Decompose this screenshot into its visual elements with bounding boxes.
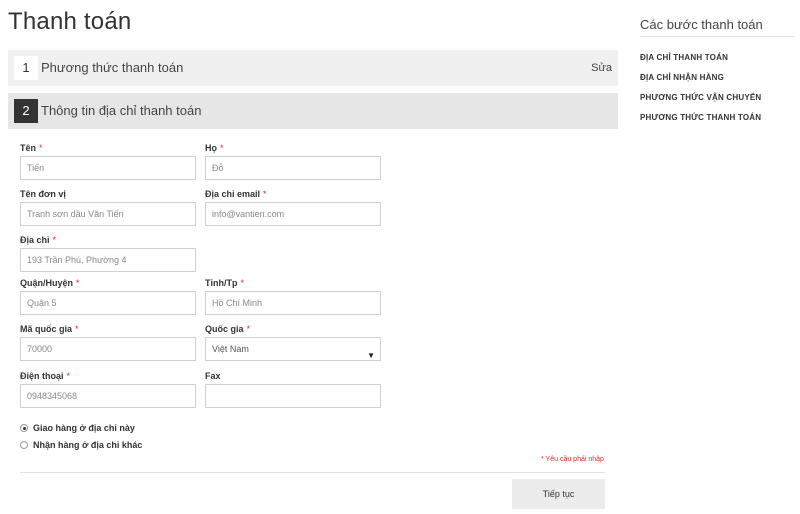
last-name-input[interactable]: [205, 156, 381, 180]
sidebar-item-shipping-method[interactable]: PHƯƠNG THỨC VẬN CHUYỂN: [640, 93, 761, 102]
country-selected-value: Việt Nam: [212, 344, 249, 354]
sidebar-item-payment-method[interactable]: PHƯƠNG THỨC THANH TOÁN: [640, 113, 761, 122]
last-name-label: Họ *: [205, 143, 224, 153]
district-label: Quận/Huyện *: [20, 278, 80, 288]
email-label: Địa chỉ email *: [205, 189, 267, 199]
ship-same-address-label[interactable]: Giao hàng ở địa chỉ này: [33, 423, 135, 433]
address-input[interactable]: [20, 248, 196, 272]
form-divider: [20, 472, 605, 473]
company-label: Tên đơn vị: [20, 189, 66, 199]
first-name-input[interactable]: [20, 156, 196, 180]
edit-link[interactable]: Sửa: [591, 50, 612, 86]
fax-input[interactable]: [205, 384, 381, 408]
step-title: Thông tin địa chỉ thanh toán: [41, 103, 202, 118]
ship-same-address-radio[interactable]: [20, 424, 28, 432]
sidebar-item-billing-address[interactable]: ĐỊA CHỈ THANH TOÁN: [640, 53, 728, 62]
province-label: Tỉnh/Tp *: [205, 278, 245, 288]
ship-other-address-label[interactable]: Nhận hàng ở địa chỉ khác: [33, 440, 142, 450]
province-input[interactable]: [205, 291, 381, 315]
sidebar-item-shipping-address[interactable]: ĐỊA CHỈ NHẬN HÀNG: [640, 73, 724, 82]
page-title: Thanh toán: [8, 8, 132, 35]
phone-input[interactable]: [20, 384, 196, 408]
step-title: Phương thức thanh toán: [41, 60, 184, 75]
step-payment-method[interactable]: 1 Phương thức thanh toán Sửa: [8, 50, 618, 86]
sidebar-title: Các bước thanh toán: [640, 17, 763, 32]
district-input[interactable]: [20, 291, 196, 315]
phone-label: Điện thoại *: [20, 371, 71, 381]
step-number: 2: [14, 99, 38, 123]
continue-button[interactable]: Tiếp tục: [512, 479, 605, 509]
country-label: Quốc gia *: [205, 324, 251, 334]
fax-label: Fax: [205, 371, 221, 381]
step-billing-address: 2 Thông tin địa chỉ thanh toán: [8, 93, 618, 129]
sidebar-divider: [640, 36, 794, 37]
ship-other-address-radio[interactable]: [20, 441, 28, 449]
postal-code-input[interactable]: [20, 337, 196, 361]
address-label: Địa chỉ *: [20, 235, 57, 245]
company-input[interactable]: [20, 202, 196, 226]
first-name-label: Tên *: [20, 143, 43, 153]
email-input[interactable]: [205, 202, 381, 226]
country-select[interactable]: Việt Nam ▼: [205, 337, 381, 361]
step-number: 1: [14, 56, 38, 80]
postal-code-label: Mã quốc gia *: [20, 324, 79, 334]
required-note: * Yêu cầu phải nhập: [541, 456, 604, 463]
chevron-down-icon: ▼: [367, 351, 375, 360]
